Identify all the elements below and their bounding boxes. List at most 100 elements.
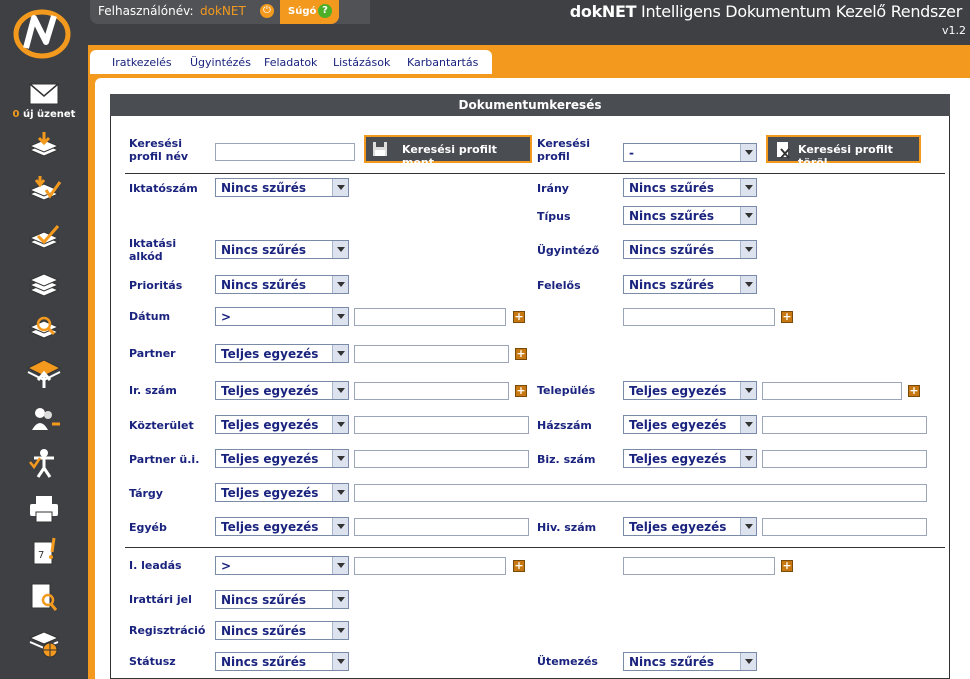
irattari-jel-label: Irattári jel [129, 593, 192, 606]
chevron-down-icon [740, 276, 756, 293]
help-label: Súgó [288, 6, 317, 17]
partner-match-select[interactable]: Teljes egyezés [215, 344, 349, 363]
hazszam-input[interactable] [762, 416, 927, 434]
ir-szam-add-plus-icon[interactable]: + [515, 385, 527, 397]
ir-szam-label: Ir. szám [129, 384, 177, 397]
kozterulet-match-select[interactable]: Teljes egyezés [215, 415, 349, 434]
menu-item-iratkezeles[interactable]: Iratkezelés [112, 56, 172, 69]
telepules-match-select[interactable]: Teljes egyezés [623, 381, 757, 400]
document-check-icon[interactable] [26, 222, 62, 252]
biz-szam-input[interactable] [762, 450, 927, 468]
ugyintezo-select[interactable]: Nincs szűrés [623, 240, 757, 259]
ir-szam-input[interactable] [354, 382, 509, 400]
envelope-icon[interactable] [26, 80, 62, 110]
partner-ui-match-select[interactable]: Teljes egyezés [215, 449, 349, 468]
chevron-down-icon [740, 653, 756, 670]
partner-add-plus-icon[interactable]: + [515, 348, 527, 360]
targy-match-select[interactable]: Teljes egyezés [215, 483, 349, 502]
sidebar: 0 új üzenet 7 [0, 0, 88, 679]
regisztracio-select[interactable]: Nincs szűrés [215, 621, 349, 640]
svg-text:7: 7 [38, 550, 44, 561]
document-check-in-icon[interactable] [26, 174, 62, 204]
irany-select[interactable]: Nincs szűrés [623, 178, 757, 197]
felelos-select[interactable]: Nincs szűrés [623, 275, 757, 294]
help-button[interactable]: Súgó ? [280, 0, 339, 24]
chevron-down-icon [332, 345, 348, 362]
menu-item-feladatok[interactable]: Feladatok [264, 56, 317, 69]
iktatasi-alkod-label: Iktatási alkód [129, 237, 177, 263]
utemezes-label: Ütemezés [537, 655, 598, 668]
menu-item-listazasok[interactable]: Listázások [333, 56, 390, 69]
calendar-alert-icon[interactable]: 7 [26, 536, 62, 566]
i-leadas-to-input[interactable] [623, 557, 775, 575]
i-leadas-input[interactable] [354, 557, 506, 575]
targy-label: Tárgy [129, 487, 163, 500]
targy-input[interactable] [354, 484, 927, 502]
partner-input[interactable] [354, 345, 509, 363]
datum-input[interactable] [354, 308, 506, 326]
ir-szam-match-select[interactable]: Teljes egyezés [215, 381, 349, 400]
ugyintezo-label: Ügyintéző [537, 244, 600, 257]
chevron-down-icon [332, 484, 348, 501]
chevron-down-icon [332, 518, 348, 535]
logout-power-icon[interactable]: ⏻ [260, 4, 274, 18]
chevron-down-icon [740, 207, 756, 224]
document-web-icon[interactable] [26, 628, 62, 658]
chevron-down-icon [740, 241, 756, 258]
datum-operator-select[interactable]: > [215, 307, 349, 326]
users-icon[interactable] [26, 404, 62, 434]
irattari-jel-select[interactable]: Nincs szűrés [215, 590, 349, 609]
document-upload-icon[interactable] [26, 356, 62, 390]
tipus-select[interactable]: Nincs szűrés [623, 206, 757, 225]
iktatoszam-select[interactable]: Nincs szűrés [215, 178, 349, 197]
chevron-down-icon [740, 416, 756, 433]
telepules-add-plus-icon[interactable]: + [908, 385, 920, 397]
iktatasi-alkod-select[interactable]: Nincs szűrés [215, 240, 349, 259]
delete-profile-button[interactable]: Keresési profilt töröl [766, 135, 921, 169]
floppy-disk-icon [373, 142, 387, 156]
panel-title: Dokumentumkeresés [110, 94, 950, 116]
prioritas-label: Prioritás [129, 279, 183, 292]
datum-add-plus-icon[interactable]: + [513, 311, 525, 323]
chevron-down-icon [740, 450, 756, 467]
menu-item-karbantartas[interactable]: Karbantartás [407, 56, 478, 69]
telepules-label: Település [537, 384, 596, 397]
utemezes-select[interactable]: Nincs szűrés [623, 652, 757, 671]
document-stack-in-icon[interactable] [26, 130, 62, 160]
profile-name-input[interactable] [215, 143, 355, 161]
egyeb-match-select[interactable]: Teljes egyezés [215, 517, 349, 536]
datum-to-input[interactable] [623, 308, 775, 326]
save-profile-label: Keresési profilt ment [402, 143, 497, 169]
hiv-szam-match-select[interactable]: Teljes egyezés [623, 517, 757, 536]
document-preview-icon[interactable] [26, 582, 62, 612]
telepules-input[interactable] [762, 382, 902, 400]
menu-item-ugyintezes[interactable]: Ügyintézés [190, 56, 251, 69]
kozterulet-label: Közterület [129, 419, 194, 432]
i-leadas-operator-select[interactable]: > [215, 556, 349, 575]
separator [125, 547, 945, 548]
new-message-count[interactable]: 0 új üzenet [0, 109, 88, 120]
profile-select[interactable]: - [623, 143, 757, 162]
i-leadas-add-plus-icon[interactable]: + [513, 560, 525, 572]
chevron-down-icon [332, 382, 348, 399]
document-search-icon[interactable] [26, 312, 62, 342]
i-leadas-to-add-plus-icon[interactable]: + [781, 560, 793, 572]
hazszam-match-select[interactable]: Teljes egyezés [623, 415, 757, 434]
egyeb-input[interactable] [354, 518, 529, 536]
irany-label: Irány [537, 182, 569, 195]
partner-ui-input[interactable] [354, 450, 529, 468]
document-stack-icon[interactable] [26, 268, 62, 298]
statusz-select[interactable]: Nincs szűrés [215, 652, 349, 671]
chevron-down-icon [740, 382, 756, 399]
user-task-icon[interactable] [26, 448, 62, 478]
main-menu: Iratkezelés Ügyintézés Feladatok Listázá… [88, 48, 494, 74]
printer-icon[interactable] [26, 494, 62, 524]
biz-szam-match-select[interactable]: Teljes egyezés [623, 449, 757, 468]
datum-to-add-plus-icon[interactable]: + [781, 311, 793, 323]
menu-bar: Iratkezelés Ügyintézés Feladatok Listázá… [88, 45, 970, 74]
prioritas-select[interactable]: Nincs szűrés [215, 275, 349, 294]
hiv-szam-input[interactable] [762, 518, 927, 536]
save-profile-button[interactable]: Keresési profilt ment [364, 135, 532, 169]
chevron-down-icon [740, 518, 756, 535]
kozterulet-input[interactable] [354, 416, 529, 434]
